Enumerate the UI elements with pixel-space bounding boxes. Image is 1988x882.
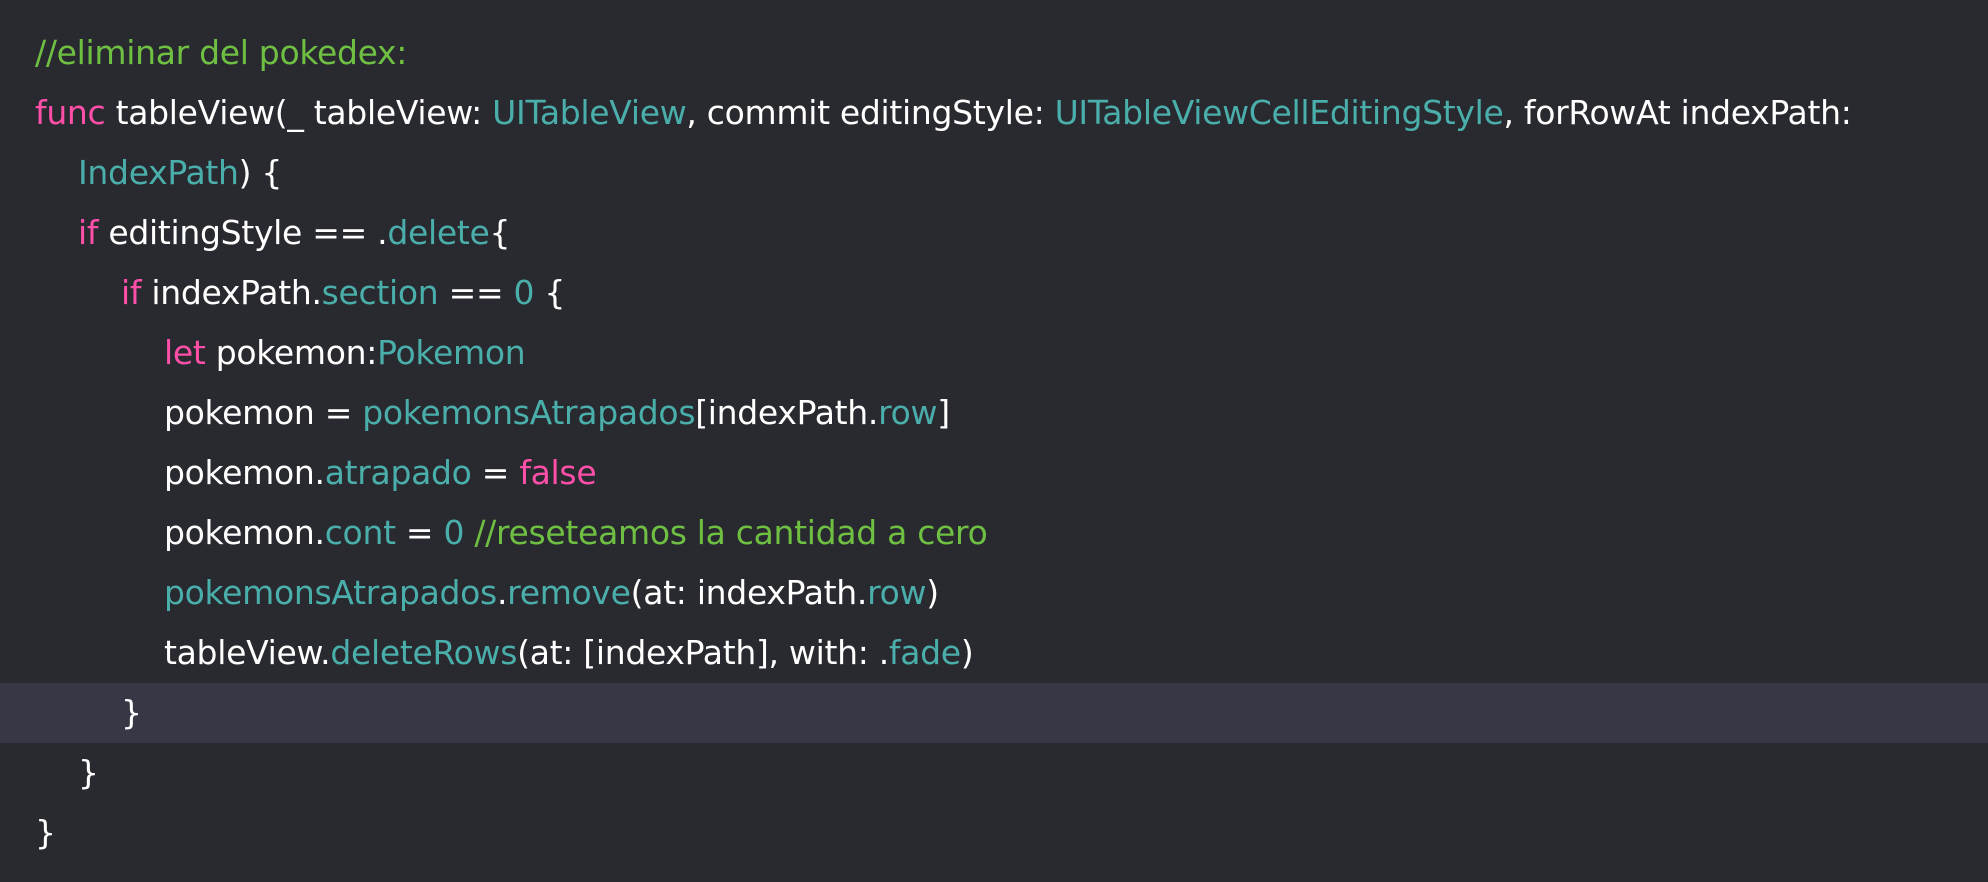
code-token-type: IndexPath <box>78 153 239 192</box>
code-line-text: pokemon.cont = 0 //reseteamos la cantida… <box>164 503 988 563</box>
code-token-plain: = <box>471 453 520 492</box>
code-line[interactable]: tableView.deleteRows(at: [indexPath], wi… <box>0 623 1988 683</box>
code-token-type: row <box>867 573 927 612</box>
code-line-text: tableView.deleteRows(at: [indexPath], wi… <box>164 623 974 683</box>
code-token-plain: = <box>395 513 444 552</box>
code-token-num: 0 <box>443 513 465 552</box>
code-token-plain: pokemon = <box>164 393 363 432</box>
code-token-plain: pokemon: <box>205 333 378 372</box>
code-token-plain: } <box>35 813 56 852</box>
code-token-plain: } <box>121 693 142 732</box>
code-token-kw: false <box>519 453 597 492</box>
code-line[interactable]: pokemon = pokemonsAtrapados[indexPath.ro… <box>0 383 1988 443</box>
code-line-text: if editingStyle == .delete{ <box>78 203 510 263</box>
code-token-plain: [indexPath. <box>695 393 879 432</box>
code-line-text: func tableView(_ tableView: UITableView,… <box>35 83 1852 143</box>
code-token-type: UITableViewCellEditingStyle <box>1054 93 1504 132</box>
code-line-text: let pokemon:Pokemon <box>164 323 526 383</box>
code-token-plain: . <box>496 573 508 612</box>
code-token-plain: == <box>438 273 514 312</box>
code-line[interactable]: } <box>0 743 1988 803</box>
code-token-plain: ) { <box>238 153 283 192</box>
code-token-type: remove <box>507 573 631 612</box>
code-token-kw: func <box>35 93 106 132</box>
code-token-comment: //reseteamos la cantidad a cero <box>464 513 988 552</box>
code-token-comment: //eliminar del pokedex: <box>35 33 408 72</box>
code-token-plain: indexPath. <box>141 273 322 312</box>
code-line-text: } <box>121 683 142 743</box>
code-line-text: } <box>35 803 56 863</box>
code-token-type: deleteRows <box>330 633 518 672</box>
code-token-plain: editingStyle == . <box>98 213 388 252</box>
code-line[interactable]: pokemonsAtrapados.remove(at: indexPath.r… <box>0 563 1988 623</box>
code-token-type: section <box>321 273 439 312</box>
code-token-type: Pokemon <box>377 333 526 372</box>
code-line-current[interactable]: } <box>0 683 1988 743</box>
code-line[interactable]: func tableView(_ tableView: UITableView,… <box>0 83 1988 143</box>
code-token-plain: } <box>78 753 99 792</box>
code-token-type: cont <box>324 513 396 552</box>
code-token-type: UITableView <box>492 93 687 132</box>
code-line[interactable]: if indexPath.section == 0 { <box>0 263 1988 323</box>
code-token-plain: tableView. <box>164 633 331 672</box>
code-line[interactable]: } <box>0 803 1988 863</box>
code-token-type: fade <box>888 633 961 672</box>
code-token-kw: if <box>78 213 99 252</box>
code-token-kw: let <box>164 333 206 372</box>
code-token-num: 0 <box>513 273 535 312</box>
code-token-type: delete <box>387 213 490 252</box>
code-line-text: pokemon.atrapado = false <box>164 443 597 503</box>
code-line-text: //eliminar del pokedex: <box>35 23 407 83</box>
code-token-plain: ) <box>926 573 939 612</box>
code-token-type: pokemonsAtrapados <box>362 393 696 432</box>
code-line[interactable]: IndexPath) { <box>0 143 1988 203</box>
code-line-text: pokemon = pokemonsAtrapados[indexPath.ro… <box>164 383 950 443</box>
code-token-type: pokemonsAtrapados <box>164 573 497 612</box>
code-token-type: row <box>878 393 938 432</box>
code-line-text: IndexPath) { <box>78 143 282 203</box>
code-token-plain: (at: [indexPath], with: . <box>517 633 889 672</box>
code-line-text: } <box>78 743 99 803</box>
code-token-plain: pokemon. <box>164 513 325 552</box>
code-line-text: if indexPath.section == 0 { <box>121 263 565 323</box>
code-token-plain: { <box>489 213 511 252</box>
code-token-plain: , commit editingStyle: <box>686 93 1055 132</box>
code-token-plain: ) <box>960 633 974 672</box>
code-token-plain: pokemon. <box>164 453 325 492</box>
code-token-plain: ] <box>937 393 950 432</box>
code-line[interactable]: if editingStyle == .delete{ <box>0 203 1988 263</box>
code-token-plain: (at: indexPath. <box>630 573 868 612</box>
code-line[interactable]: //eliminar del pokedex: <box>0 23 1988 83</box>
code-token-kw: if <box>121 273 142 312</box>
code-line[interactable]: pokemon.cont = 0 //reseteamos la cantida… <box>0 503 1988 563</box>
code-token-plain: , forRowAt indexPath: <box>1503 93 1852 132</box>
code-line[interactable]: pokemon.atrapado = false <box>0 443 1988 503</box>
code-token-plain: { <box>534 273 566 312</box>
code-line-text: pokemonsAtrapados.remove(at: indexPath.r… <box>164 563 939 623</box>
code-editor[interactable]: //eliminar del pokedex: func tableView(_ … <box>0 0 1988 882</box>
code-line[interactable]: let pokemon:Pokemon <box>0 323 1988 383</box>
code-token-plain: tableView(_ tableView: <box>105 93 493 132</box>
code-token-type: atrapado <box>324 453 472 492</box>
